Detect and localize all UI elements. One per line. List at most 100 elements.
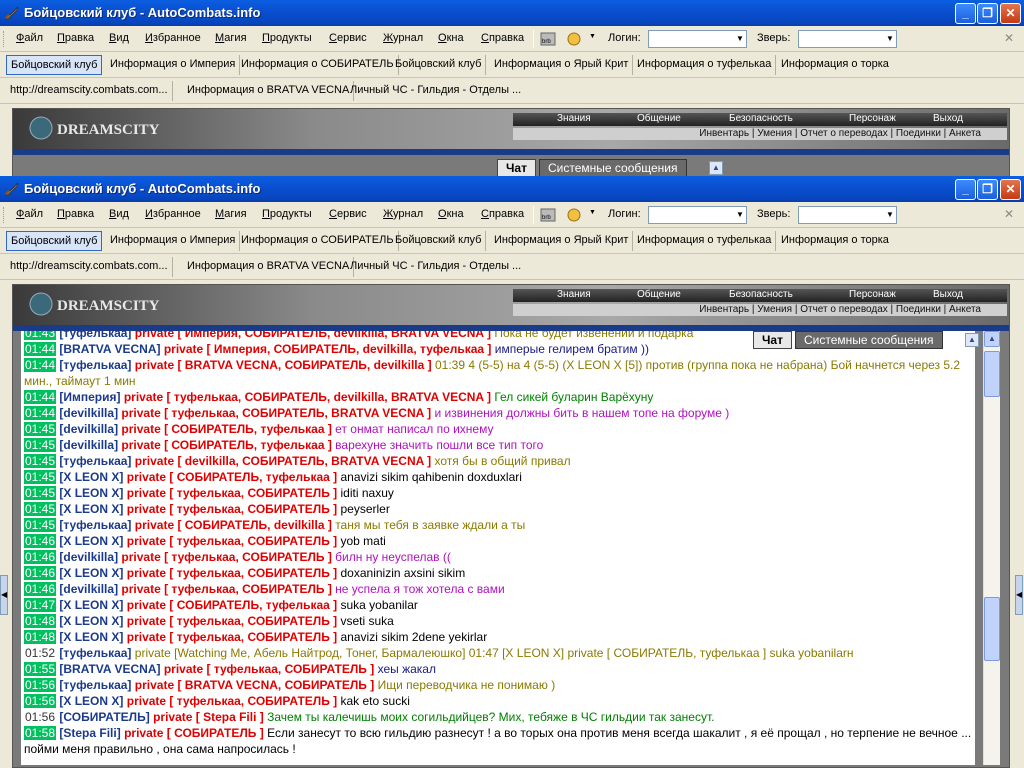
chat-log[interactable]: 01:43 [туфелькаа] private [ Империя, СОБ…: [21, 331, 975, 765]
chevron-up-icon[interactable]: ▲: [709, 161, 723, 175]
tab-info-bratva[interactable]: Информация о BRATVA VECNA: [183, 257, 355, 277]
menu-edit[interactable]: Правка: [57, 32, 94, 44]
chat-nick[interactable]: [X LEON X]: [59, 566, 123, 580]
tab-info-yaryi-krit[interactable]: Информация о Ярый Крит: [490, 55, 634, 75]
menu-products[interactable]: Продукты: [262, 32, 312, 44]
tab-info-torka[interactable]: Информация о торка: [777, 55, 893, 75]
nav-exit[interactable]: Выход: [933, 113, 963, 124]
chat-recipients[interactable]: private [ туфелькаа, СОБИРАТЕЛЬ ]: [127, 614, 337, 628]
chat-nick[interactable]: [X LEON X]: [59, 534, 123, 548]
tab-info-tufelkaa[interactable]: Информация о туфелькаа: [633, 231, 777, 251]
chat-nick[interactable]: [Stepa Fili]: [59, 726, 120, 740]
chat-nick[interactable]: [X LEON X]: [59, 598, 123, 612]
chat-recipients[interactable]: private [ туфелькаа, СОБИРАТЕЛЬ ]: [127, 534, 337, 548]
tab-info-torka[interactable]: Информация о торка: [777, 231, 893, 251]
scroll-up-icon[interactable]: ▲: [984, 331, 1000, 347]
chat-recipients[interactable]: private [ туфелькаа, СОБИРАТЕЛЬ ]: [121, 550, 331, 564]
chat-recipients[interactable]: private [ туфелькаа, СОБИРАТЕЛЬ ]: [127, 502, 337, 516]
tab-info-imperia[interactable]: Информация о Империя: [106, 231, 241, 251]
chat-nick[interactable]: [devilkilla]: [59, 438, 118, 452]
nav-knowledge[interactable]: Знания: [557, 289, 591, 300]
chat-nick[interactable]: [devilkilla]: [59, 406, 118, 420]
chat-tab[interactable]: Чат: [753, 331, 792, 349]
login-select[interactable]: ▼: [648, 30, 747, 48]
tab-info-sobiratel[interactable]: Информация о СОБИРАТЕЛЬ: [237, 231, 399, 251]
dropdown-arrow-icon[interactable]: ▼: [589, 209, 596, 216]
tab-fight-club-2[interactable]: Бойцовский клуб: [391, 231, 487, 251]
tab-dreamscity-url[interactable]: http://dreamscity.combats.com...: [6, 257, 173, 277]
site-subnav[interactable]: Инвентарь | Умения | Отчет о переводах |…: [513, 128, 1007, 140]
chat-recipients[interactable]: private [ туфелькаа, СОБИРАТЕЛЬ, devilki…: [124, 390, 491, 404]
chat-nick[interactable]: [туфелькаа]: [59, 518, 131, 532]
chat-recipients[interactable]: private [ Империя, СОБИРАТЕЛЬ, devilkill…: [164, 342, 492, 356]
menu-service[interactable]: Сервис: [329, 32, 367, 44]
chat-nick[interactable]: [туфелькаа]: [59, 454, 131, 468]
chat-recipients[interactable]: private [ СОБИРАТЕЛЬ, devilkilla ]: [135, 518, 332, 532]
menu-favorites[interactable]: Избранное: [145, 32, 201, 44]
login-select[interactable]: ▼: [648, 206, 747, 224]
nav-security[interactable]: Безопасность: [729, 113, 793, 124]
brb-icon[interactable]: brb: [539, 206, 557, 224]
title-bar[interactable]: Бойцовский клуб - AutoCombats.info _ ❐ ✕: [0, 0, 1024, 26]
beast-select[interactable]: ▼: [798, 206, 897, 224]
nav-communication[interactable]: Общение: [637, 113, 681, 124]
menu-windows[interactable]: Окна: [438, 32, 464, 44]
chat-recipients[interactable]: private [ BRATVA VECNA, СОБИРАТЕЛЬ ]: [135, 678, 374, 692]
menu-edit[interactable]: Правка: [57, 208, 94, 220]
nav-security[interactable]: Безопасность: [729, 289, 793, 300]
chat-nick[interactable]: [туфелькаа]: [59, 331, 131, 340]
menu-journal[interactable]: Журнал: [383, 32, 423, 44]
chat-nick[interactable]: [туфелькаа]: [59, 678, 131, 692]
scroll-thumb-top[interactable]: [984, 351, 1000, 397]
close-button[interactable]: ✕: [1000, 179, 1021, 200]
toolbar-grip[interactable]: [3, 31, 6, 47]
toolbar-grip[interactable]: [3, 207, 6, 223]
dropdown-arrow-icon[interactable]: ▼: [589, 33, 596, 40]
coin-icon[interactable]: [566, 30, 584, 48]
menu-magic[interactable]: Магия: [215, 32, 247, 44]
maximize-button[interactable]: ❐: [977, 3, 998, 24]
close-toolbar-icon[interactable]: ✕: [1004, 31, 1014, 45]
chat-nick[interactable]: [devilkilla]: [59, 422, 118, 436]
chat-recipients[interactable]: private [ СОБИРАТЕЛЬ, туфелькаа ]: [127, 598, 337, 612]
chat-tab[interactable]: Чат: [497, 159, 536, 176]
chat-nick[interactable]: [devilkilla]: [59, 550, 118, 564]
menu-file[interactable]: Файл: [16, 32, 43, 44]
menu-favorites[interactable]: Избранное: [145, 208, 201, 220]
tab-info-imperia[interactable]: Информация о Империя: [106, 55, 241, 75]
nav-knowledge[interactable]: Знания: [557, 113, 591, 124]
chat-nick[interactable]: [X LEON X]: [59, 694, 123, 708]
tab-personal-blacklist[interactable]: Личный ЧС - Гильдия - Отделы ...: [346, 81, 525, 101]
chat-nick[interactable]: [Империя]: [59, 390, 120, 404]
close-toolbar-icon[interactable]: ✕: [1004, 207, 1014, 221]
close-button[interactable]: ✕: [1000, 3, 1021, 24]
chat-recipients[interactable]: private [ devilkilla, СОБИРАТЕЛЬ, BRATVA…: [135, 454, 431, 468]
chat-recipients[interactable]: private [ СОБИРАТЕЛЬ, туфелькаа ]: [127, 470, 337, 484]
nav-exit[interactable]: Выход: [933, 289, 963, 300]
nav-character[interactable]: Персонаж: [849, 289, 896, 300]
menu-view[interactable]: Вид: [109, 32, 129, 44]
menu-service[interactable]: Сервис: [329, 208, 367, 220]
tab-info-tufelkaa[interactable]: Информация о туфелькаа: [633, 55, 777, 75]
chat-nick[interactable]: [СОБИРАТЕЛЬ]: [59, 710, 149, 724]
chat-recipients[interactable]: private [ Stepa Fili ]: [153, 710, 264, 724]
brb-icon[interactable]: brb: [539, 30, 557, 48]
system-messages-tab[interactable]: Системные сообщения: [539, 159, 687, 176]
chat-nick[interactable]: [туфелькаа]: [59, 646, 131, 660]
chat-nick[interactable]: [туфелькаа]: [59, 358, 131, 372]
chevron-up-icon[interactable]: ▲: [965, 333, 979, 347]
minimize-button[interactable]: _: [955, 179, 976, 200]
tab-info-sobiratel[interactable]: Информация о СОБИРАТЕЛЬ: [237, 55, 399, 75]
left-panel-arrow-icon[interactable]: ◀: [0, 575, 8, 615]
chat-recipients[interactable]: private [ туфелькаа, СОБИРАТЕЛЬ ]: [121, 582, 331, 596]
title-bar[interactable]: Бойцовский клуб - AutoCombats.info _ ❐ ✕: [0, 176, 1024, 202]
coin-icon[interactable]: [566, 206, 584, 224]
chat-recipients[interactable]: private [ туфелькаа, СОБИРАТЕЛЬ ]: [127, 486, 337, 500]
menu-view[interactable]: Вид: [109, 208, 129, 220]
beast-select[interactable]: ▼: [798, 30, 897, 48]
chat-recipients[interactable]: private [ BRATVA VECNA, СОБИРАТЕЛЬ, devi…: [135, 358, 432, 372]
chat-nick[interactable]: [X LEON X]: [59, 486, 123, 500]
chat-nick[interactable]: [devilkilla]: [59, 582, 118, 596]
menu-products[interactable]: Продукты: [262, 208, 312, 220]
chat-recipients[interactable]: private [ туфелькаа, СОБИРАТЕЛЬ ]: [127, 694, 337, 708]
